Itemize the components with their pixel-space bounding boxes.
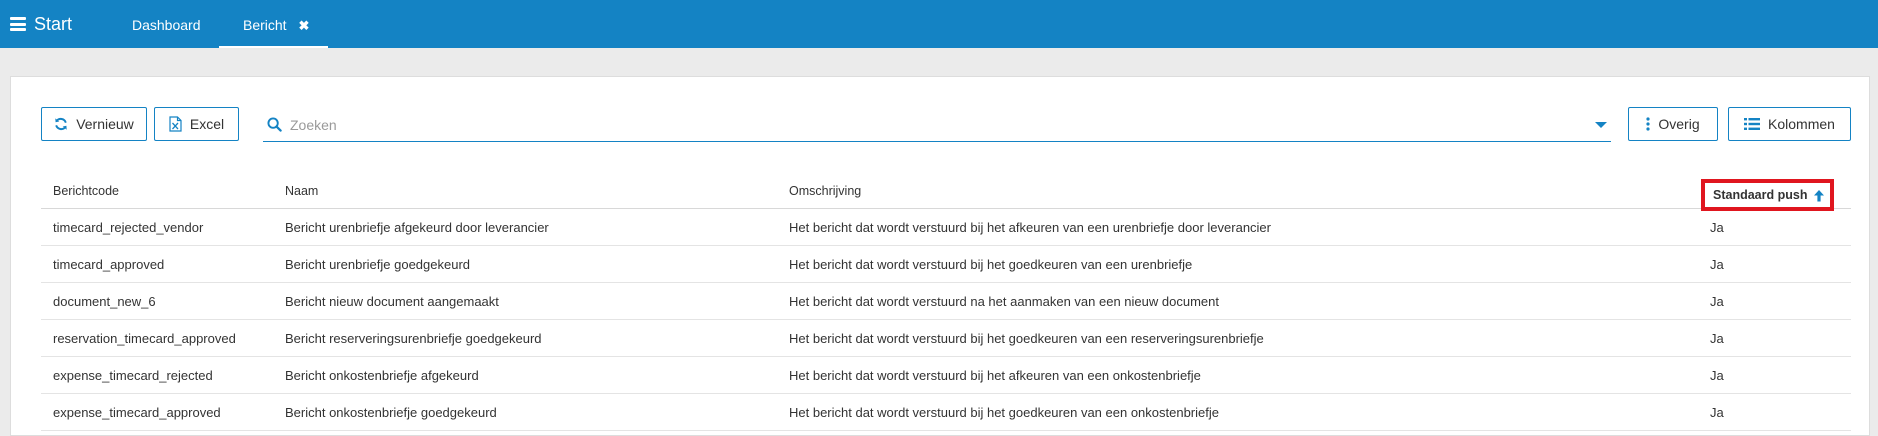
column-header-standaard-push-label: Standaard push (1713, 188, 1808, 202)
sort-arrow-up-icon (1814, 189, 1825, 201)
search-dropdown-caret-icon[interactable] (1595, 121, 1607, 128)
cell-berichtcode: timecard_rejected_vendor (53, 219, 204, 235)
cell-berichtcode: reservation_timecard_approved (53, 330, 236, 346)
cell-naam: Bericht reserveringsurenbriefje goedgeke… (285, 330, 542, 346)
cell-standaard-push: Ja (1710, 367, 1724, 383)
cell-standaard-push: Ja (1710, 330, 1724, 346)
cell-berichtcode: expense_timecard_rejected (53, 367, 213, 383)
column-header-berichtcode[interactable]: Berichtcode (53, 173, 119, 208)
table-row[interactable]: expense_timecard_rejected Bericht onkost… (41, 357, 1851, 394)
columns-button[interactable]: Kolommen (1728, 107, 1851, 141)
content-panel: Vernieuw Excel Overig (10, 76, 1870, 436)
cell-naam: Bericht nieuw document aangemaakt (285, 293, 499, 309)
list-icon (1744, 118, 1761, 130)
cell-berichtcode: document_new_6 (53, 293, 156, 309)
more-options-button[interactable]: Overig (1628, 107, 1718, 141)
start-label: Start (34, 13, 73, 34)
tab-dashboard[interactable]: Dashboard (110, 0, 223, 48)
refresh-label: Vernieuw (76, 116, 134, 132)
table-row[interactable]: document_new_6 Bericht nieuw document aa… (41, 283, 1851, 320)
tab-dashboard-label: Dashboard (132, 17, 201, 33)
hamburger-menu-icon (10, 17, 26, 31)
cell-omschrijving: Het bericht dat wordt verstuurd bij het … (789, 256, 1193, 272)
cell-omschrijving: Het bericht dat wordt verstuurd bij het … (789, 367, 1201, 383)
cell-standaard-push: Ja (1710, 293, 1724, 309)
table-row[interactable]: timecard_rejected_vendor Bericht urenbri… (41, 209, 1851, 246)
message-table: Berichtcode Naam Omschrijving Standaard … (41, 173, 1851, 431)
excel-label: Excel (189, 116, 225, 132)
search-bar (263, 108, 1611, 142)
search-icon (267, 117, 282, 132)
excel-file-icon (169, 116, 182, 132)
cell-naam: Bericht urenbriefje goedgekeurd (285, 256, 471, 272)
table-row[interactable]: expense_timecard_approved Bericht onkost… (41, 394, 1851, 431)
more-options-label: Overig (1658, 116, 1700, 132)
table-header-row: Berichtcode Naam Omschrijving Standaard … (41, 173, 1851, 211)
cell-berichtcode: timecard_approved (53, 256, 165, 272)
excel-export-button[interactable]: Excel (154, 107, 239, 141)
cell-naam: Bericht onkostenbriefje afgekeurd (285, 367, 479, 383)
vertical-ellipsis-icon (1646, 117, 1650, 131)
cell-naam: Bericht urenbriefje afgekeurd door lever… (285, 219, 549, 235)
cell-omschrijving: Het bericht dat wordt verstuurd bij het … (789, 219, 1271, 235)
refresh-button[interactable]: Vernieuw (41, 107, 147, 141)
cell-omschrijving: Het bericht dat wordt verstuurd bij het … (789, 330, 1264, 346)
column-header-omschrijving[interactable]: Omschrijving (789, 173, 861, 208)
refresh-icon (55, 117, 67, 131)
columns-label: Kolommen (1768, 116, 1835, 132)
top-navigation-bar: Start Dashboard Bericht ✖ (0, 0, 1878, 48)
table-row[interactable]: timecard_approved Bericht urenbriefje go… (41, 246, 1851, 283)
cell-omschrijving: Het bericht dat wordt verstuurd na het a… (789, 293, 1219, 309)
column-header-standaard-push[interactable]: Standaard push (1701, 179, 1834, 211)
table-row[interactable]: reservation_timecard_approved Bericht re… (41, 320, 1851, 357)
search-input[interactable] (290, 116, 1595, 133)
close-tab-icon[interactable]: ✖ (298, 1, 309, 51)
tab-bericht[interactable]: Bericht ✖ (219, 0, 328, 48)
tab-bericht-label: Bericht (243, 17, 287, 33)
main-menu-button[interactable]: Start (10, 0, 72, 48)
cell-standaard-push: Ja (1710, 219, 1724, 235)
cell-standaard-push: Ja (1710, 256, 1724, 272)
column-header-naam[interactable]: Naam (285, 173, 318, 208)
